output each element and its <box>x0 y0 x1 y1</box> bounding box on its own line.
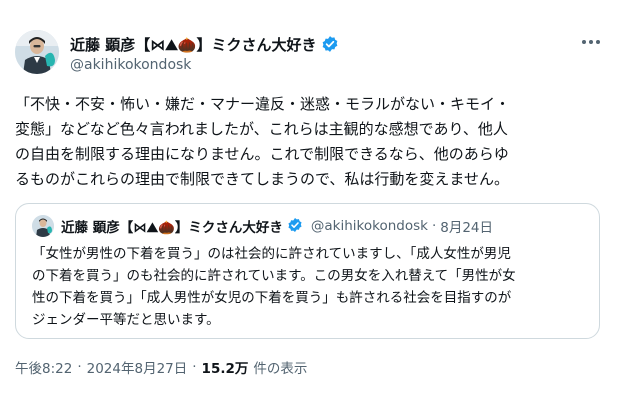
tweet-time[interactable]: 午後8:22 <box>15 357 72 377</box>
tweet-date[interactable]: 2024年8月27日 <box>87 357 188 377</box>
author-row: 近藤 顕彦【⋈⛰🌰】ミクさん大好き <box>70 33 339 55</box>
tweet-meta: 午後8:22 · 2024年8月27日 · 15.2万 件の表示 <box>15 357 307 377</box>
verified-badge-icon <box>321 35 339 53</box>
more-options-icon[interactable] <box>578 32 604 52</box>
meta-separator: · <box>192 359 197 375</box>
quoted-text-line: 性の下着を買う」「成人男性が女児の下着を買う」も許される社会を目指すのが <box>32 290 512 306</box>
views-count[interactable]: 15.2万 <box>202 357 249 377</box>
quoted-text-line: ジェンダー平等だと思います。 <box>32 312 220 328</box>
views-label: 件の表示 <box>253 361 308 377</box>
quoted-text-line: 「女性が男性の下着を買う」のは社会的に許されていますし、「成人女性が男児 <box>32 246 511 262</box>
tweet-text-line: 変態」などなど色々言われましたが、これらは主観的な感想であり、他人 <box>15 120 508 138</box>
quoted-text-line: の下着を買う」のも社会的に許されています。この男女を入れ替えて「男性が女 <box>32 268 516 284</box>
tweet-text-line: の自由を制限する理由になりません。これで制限できるなら、他のあらゆ <box>15 145 509 163</box>
quoted-separator: · <box>431 218 437 234</box>
author-name[interactable]: 近藤 顕彦【⋈⛰🌰】ミクさん大好き <box>70 34 317 55</box>
quoted-text: 「女性が男性の下着を買う」のは社会的に許されていますし、「成人女性が男児 の下着… <box>32 243 592 331</box>
tweet-text-line: 「不快・不安・怖い・嫌だ・マナー違反・迷惑・モラルがない・キモイ・ <box>15 95 511 113</box>
quoted-date: 8月24日 <box>440 220 494 236</box>
tweet-text: 「不快・不安・怖い・嫌だ・マナー違反・迷惑・モラルがない・キモイ・ 変態」などな… <box>15 92 611 192</box>
meta-separator: · <box>77 359 82 375</box>
author-handle[interactable]: @akihikokondosk <box>70 57 191 73</box>
quoted-author-avatar <box>32 215 54 237</box>
verified-badge-icon <box>287 217 305 235</box>
quoted-author-name: 近藤 顕彦【⋈⛰🌰】ミクさん大好き <box>61 220 283 236</box>
tweet-card: 近藤 顕彦【⋈⛰🌰】ミクさん大好き @akihikokondosk 「不快・不安… <box>0 0 620 413</box>
quoted-header: 近藤 顕彦【⋈⛰🌰】ミクさん大好き @akihikokondosk · 8月24… <box>61 215 493 237</box>
quoted-author-handle: @akihikokondosk <box>310 218 428 234</box>
author-avatar[interactable] <box>15 30 59 74</box>
tweet-text-line: るものがこれらの理由で制限できてしまうので、私は行動を変えません。 <box>15 170 509 188</box>
quoted-tweet[interactable]: 近藤 顕彦【⋈⛰🌰】ミクさん大好き @akihikokondosk · 8月24… <box>15 203 600 339</box>
